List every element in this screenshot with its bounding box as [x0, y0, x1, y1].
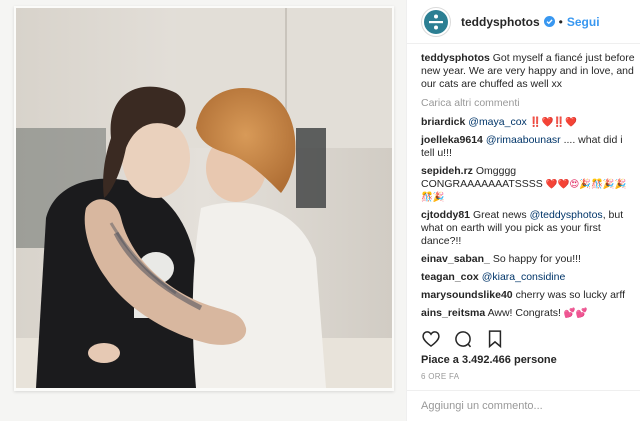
speech-bubble-icon[interactable] [453, 329, 473, 349]
comment-username[interactable]: marysoundslike40 [421, 289, 513, 301]
comments-list: teddysphotos Got myself a fiancé just be… [421, 52, 635, 325]
add-comment-bar [407, 390, 640, 421]
load-more-comments-link[interactable]: Carica altri commenti [421, 97, 635, 110]
list-item: teagan_cox @kiara_considine [421, 271, 635, 284]
comment-text: So happy for you!!! [492, 253, 581, 265]
add-comment-input[interactable] [421, 400, 621, 412]
list-item: cjtoddy81 Great news @teddysphotos, but … [421, 209, 635, 248]
list-item: ains_reitsma Aww! Congrats! 💕💕 [421, 307, 635, 320]
verified-badge-icon [543, 16, 555, 27]
post-photo[interactable] [16, 8, 392, 388]
comment-emoji: 💕💕 [563, 308, 588, 319]
list-item: sepideh.rz Omgggg CONGRAAAAAAATSSSS ❤️❤️… [421, 165, 635, 204]
comment-username[interactable]: teagan_cox [421, 271, 479, 283]
comment-mention[interactable]: @rimaabounasr [486, 134, 561, 146]
post-caption: teddysphotos Got myself a fiancé just be… [421, 52, 635, 91]
header-username[interactable]: teddysphotos [461, 15, 540, 29]
comment-username[interactable]: ains_reitsma [421, 307, 485, 319]
likes-count[interactable]: Piace a 3.492.466 persone [421, 354, 557, 366]
comment-username[interactable]: joelleka9614 [421, 134, 483, 146]
post-timestamp: 6 ORE FA [421, 372, 460, 381]
couple-photo-illustration [16, 8, 392, 388]
follow-button[interactable]: Segui [567, 15, 600, 29]
comment-username[interactable]: einav_saban_ [421, 253, 490, 265]
header-separator: • [558, 14, 563, 29]
caption-username[interactable]: teddysphotos [421, 52, 490, 64]
list-item: joelleka9614 @rimaabounasr .... what did… [421, 134, 635, 160]
action-bar [421, 328, 633, 350]
bookmark-icon[interactable] [485, 329, 505, 349]
photo-panel [0, 0, 406, 421]
comment-username[interactable]: sepideh.rz [421, 165, 473, 177]
comment-username[interactable]: briardick [421, 116, 465, 128]
comment-text: cherry was so lucky arff [515, 289, 626, 301]
comment-username[interactable]: cjtoddy81 [421, 209, 470, 221]
list-item: einav_saban_ So happy for you!!! [421, 253, 635, 266]
post-sidebar: teddysphotos • Segui teddysphotos Got my… [406, 0, 640, 421]
comment-emoji: ‼️❤️‼️❤️ [529, 117, 578, 128]
comment-text: Aww! Congrats! [487, 307, 561, 319]
heart-outline-icon[interactable] [421, 329, 441, 349]
polaroid-frame [14, 6, 394, 391]
comment-mention[interactable]: @teddysphotos [530, 209, 603, 221]
avatar[interactable] [421, 6, 451, 37]
comment-text: Great news [472, 209, 527, 221]
post-header: teddysphotos • Segui [407, 0, 640, 44]
list-item: marysoundslike40 cherry was so lucky arf… [421, 289, 635, 302]
list-item: briardick @maya_cox ‼️❤️‼️❤️ [421, 116, 635, 129]
comment-mention[interactable]: @maya_cox [468, 116, 527, 128]
comment-mention[interactable]: @kiara_considine [482, 271, 566, 283]
divide-logo-icon [424, 9, 448, 34]
